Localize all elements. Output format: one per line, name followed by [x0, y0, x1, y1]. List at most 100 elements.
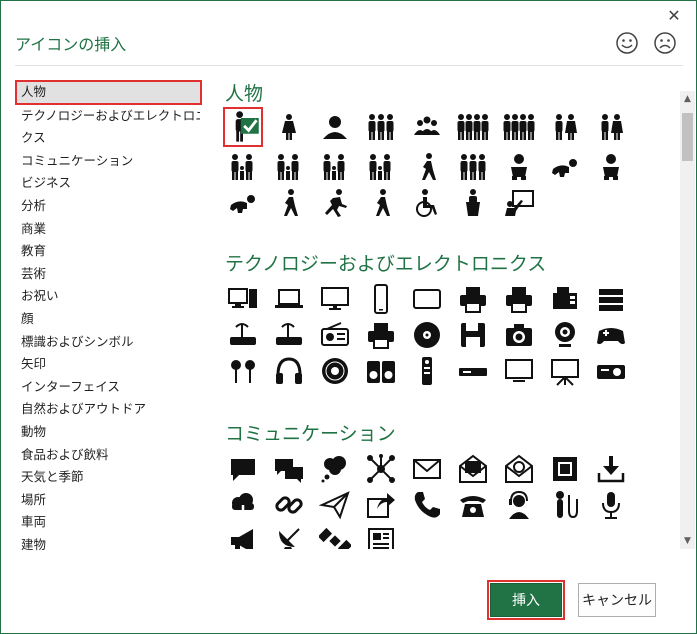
family-icon[interactable] [227, 151, 259, 183]
category-item[interactable]: 自然およびアウトドア [15, 398, 200, 421]
crawl-icon[interactable] [549, 151, 581, 183]
player-icon[interactable] [457, 355, 489, 387]
category-item[interactable]: ビジネス [15, 172, 200, 195]
walker-icon[interactable] [411, 151, 443, 183]
category-item[interactable]: 食品および飲料 [15, 444, 200, 467]
plane-icon[interactable] [319, 489, 351, 521]
fax-icon[interactable] [549, 283, 581, 315]
crawl-icon[interactable] [227, 187, 259, 219]
close-icon[interactable]: ✕ [665, 7, 683, 25]
category-item[interactable]: 場所 [15, 489, 200, 512]
category-item[interactable]: 教育 [15, 240, 200, 263]
news-icon[interactable] [365, 525, 397, 549]
baby-icon[interactable] [595, 151, 627, 183]
category-item[interactable]: 顔 [15, 308, 200, 331]
router-icon[interactable] [273, 319, 305, 351]
scroll-up-icon[interactable]: ▲ [680, 91, 695, 107]
scroll-down-icon[interactable]: ▼ [680, 533, 695, 549]
tv-icon[interactable] [503, 355, 535, 387]
satellite-icon[interactable] [319, 525, 351, 549]
speakers-icon[interactable] [365, 355, 397, 387]
couple-icon[interactable] [595, 111, 627, 143]
family-icon[interactable] [319, 151, 351, 183]
frown-icon[interactable] [653, 31, 677, 55]
family-icon[interactable] [365, 151, 397, 183]
baby-icon[interactable] [503, 151, 535, 183]
walker-icon[interactable] [365, 187, 397, 219]
wheelchair-icon[interactable] [411, 187, 443, 219]
category-item[interactable]: 標識およびシンボル [15, 331, 200, 354]
remote-icon[interactable] [411, 355, 443, 387]
chats-icon[interactable] [273, 453, 305, 485]
category-item[interactable]: 天気と季節 [15, 466, 200, 489]
atmail-icon[interactable] [503, 453, 535, 485]
printer-icon[interactable] [503, 283, 535, 315]
headphones-icon[interactable] [273, 355, 305, 387]
runner-icon[interactable] [319, 187, 351, 219]
download-icon[interactable] [595, 453, 627, 485]
screen-icon[interactable] [549, 355, 581, 387]
cloud-icon[interactable] [227, 489, 259, 521]
smile-icon[interactable] [615, 31, 639, 55]
family-icon[interactable] [273, 151, 305, 183]
deskphone-icon[interactable] [457, 489, 489, 521]
chat-icon[interactable] [227, 453, 259, 485]
link-icon[interactable] [273, 489, 305, 521]
teacher-icon[interactable] [503, 187, 535, 219]
share-icon[interactable] [365, 489, 397, 521]
category-item[interactable]: 矢印 [15, 353, 200, 376]
insert-button[interactable]: 挿入 [487, 580, 565, 620]
category-item[interactable]: 分析 [15, 195, 200, 218]
walker-icon[interactable] [273, 187, 305, 219]
check-icon[interactable] [223, 107, 263, 147]
category-item[interactable]: テクノロジーおよびエレクトロニ [15, 105, 200, 128]
laptop-icon[interactable] [273, 283, 305, 315]
dish-icon[interactable] [273, 525, 305, 549]
network-icon[interactable] [365, 453, 397, 485]
category-item[interactable]: 建物 [15, 534, 200, 557]
category-item[interactable]: 芸術 [15, 263, 200, 286]
woman-icon[interactable] [273, 111, 305, 143]
phone-icon[interactable] [365, 283, 397, 315]
category-item[interactable]: クス [15, 127, 200, 150]
mic-icon[interactable] [595, 489, 627, 521]
gallery-scrollbar[interactable]: ▲ ▼ [680, 91, 695, 549]
router-icon[interactable] [227, 319, 259, 351]
camera-icon[interactable] [503, 319, 535, 351]
disc-icon[interactable] [411, 319, 443, 351]
gamepad-icon[interactable] [595, 319, 627, 351]
stamp-icon[interactable] [549, 453, 581, 485]
earbuds-icon[interactable] [227, 355, 259, 387]
category-item[interactable]: 車両 [15, 511, 200, 534]
projector-icon[interactable] [595, 355, 627, 387]
megaphone-icon[interactable] [227, 525, 259, 549]
radio-icon[interactable] [319, 319, 351, 351]
clip-icon[interactable] [549, 489, 581, 521]
crowd-icon[interactable] [503, 111, 535, 143]
server-icon[interactable] [595, 283, 627, 315]
group3-icon[interactable] [457, 151, 489, 183]
category-item[interactable]: お祝い [15, 285, 200, 308]
cancel-button[interactable]: キャンセル [578, 583, 656, 617]
support-icon[interactable] [503, 489, 535, 521]
openmail-icon[interactable] [457, 453, 489, 485]
floppy-icon[interactable] [457, 319, 489, 351]
printer-icon[interactable] [365, 319, 397, 351]
category-item[interactable]: 商業 [15, 218, 200, 241]
category-item[interactable]: 人物 [15, 80, 202, 105]
category-item[interactable]: 動物 [15, 421, 200, 444]
thought-icon[interactable] [319, 453, 351, 485]
category-item[interactable]: インターフェイス [15, 376, 200, 399]
tablet-icon[interactable] [411, 283, 443, 315]
monitor-icon[interactable] [319, 283, 351, 315]
webcam-icon[interactable] [549, 319, 581, 351]
mail-icon[interactable] [411, 453, 443, 485]
bust-icon[interactable] [319, 111, 351, 143]
vinyl-icon[interactable] [319, 355, 351, 387]
handset-icon[interactable] [411, 489, 443, 521]
group3-icon[interactable] [365, 111, 397, 143]
printer-icon[interactable] [457, 283, 489, 315]
crowd-icon[interactable] [457, 111, 489, 143]
scrollbar-thumb[interactable] [682, 113, 693, 161]
couple-icon[interactable] [549, 111, 581, 143]
